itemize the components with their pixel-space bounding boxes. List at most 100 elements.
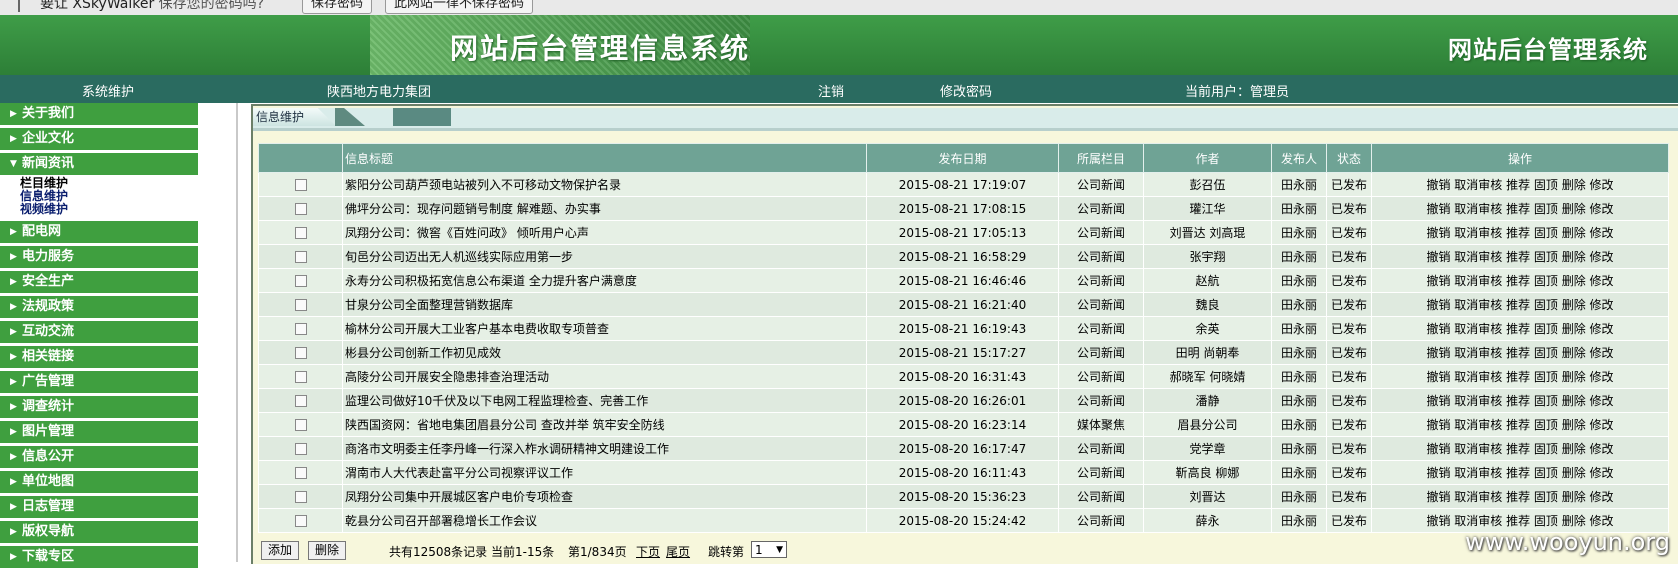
row-date: 2015-08-21 15:17:27 xyxy=(866,340,1059,365)
row-title[interactable]: 永寿分公司积极拓宽信息公布渠道 全力提升客户满意度 xyxy=(342,268,867,293)
row-title[interactable]: 商洛市文明委主任李丹峰一行深入柞水调研精神文明建设工作 xyxy=(342,436,867,461)
row-operations[interactable]: 撤销 取消审核 推荐 固顶 删除 修改 xyxy=(1371,364,1669,389)
nav-change-password[interactable]: 修改密码 xyxy=(940,81,992,100)
row-checkbox[interactable] xyxy=(294,395,307,407)
next-page-link[interactable]: 下页 xyxy=(636,543,660,560)
row-checkbox-cell[interactable] xyxy=(258,196,343,221)
nav-organization[interactable]: 陕西地方电力集团 xyxy=(327,81,431,100)
row-title[interactable]: 凤翔分公司：微窖《百姓问政》 倾听用户心声 xyxy=(342,220,867,245)
never-save-button[interactable]: 此网站一律不保存密码 xyxy=(385,0,534,14)
row-operations[interactable]: 撤销 取消审核 推荐 固顶 删除 修改 xyxy=(1371,244,1669,269)
row-checkbox[interactable] xyxy=(294,299,307,311)
add-button[interactable]: 添加 xyxy=(261,541,300,560)
row-operations[interactable]: 撤销 取消审核 推荐 固顶 删除 修改 xyxy=(1371,196,1669,221)
row-checkbox[interactable] xyxy=(294,347,307,359)
row-operations[interactable]: 撤销 取消审核 推荐 固顶 删除 修改 xyxy=(1371,316,1669,341)
row-title[interactable]: 佛坪分公司：现存问题销号制度 解难题、办实事 xyxy=(342,196,867,221)
row-title[interactable]: 紫阳分公司葫芦颈电站被列入不可移动文物保护名录 xyxy=(342,172,867,197)
sidebar-item-disclosure[interactable]: ▶ 信息公开 xyxy=(0,446,198,468)
row-checkbox[interactable] xyxy=(294,227,307,239)
row-checkbox[interactable] xyxy=(294,515,307,527)
sidebar-item-survey[interactable]: ▶ 调查统计 xyxy=(0,396,198,418)
row-checkbox-cell[interactable] xyxy=(258,364,343,389)
row-checkbox-cell[interactable] xyxy=(258,460,343,485)
row-checkbox-cell[interactable] xyxy=(258,292,343,317)
sidebar-item-copyright[interactable]: ▶ 版权导航 xyxy=(0,521,198,543)
sidebar-item-about[interactable]: ▶ 关于我们 xyxy=(0,103,198,125)
row-operations[interactable]: 撤销 取消审核 推荐 固顶 删除 修改 xyxy=(1371,220,1669,245)
row-operations[interactable]: 撤销 取消审核 推荐 固顶 删除 修改 xyxy=(1371,340,1669,365)
sidebar-item-ads[interactable]: ▶ 广告管理 xyxy=(0,371,198,393)
row-checkbox-cell[interactable] xyxy=(258,340,343,365)
row-checkbox-cell[interactable] xyxy=(258,268,343,293)
row-checkbox[interactable] xyxy=(294,179,307,191)
row-title[interactable]: 渭南市人大代表赴富平分公司视察评议工作 xyxy=(342,460,867,485)
tab-blank[interactable] xyxy=(393,108,451,126)
tab-info-maintenance[interactable]: 信息维护 xyxy=(253,108,336,126)
page-jump-select[interactable]: 1 ▼ xyxy=(751,541,787,558)
row-title[interactable]: 榆林分公司开展大工业客户基本电费收取专项普查 xyxy=(342,316,867,341)
row-date: 2015-08-20 16:17:47 xyxy=(866,436,1059,461)
row-title[interactable]: 凤翔分公司集中开展城区客户电价专项检查 xyxy=(342,484,867,509)
row-operations[interactable]: 撤销 取消审核 推荐 固顶 删除 修改 xyxy=(1371,388,1669,413)
sidebar-item-power-service[interactable]: ▶ 电力服务 xyxy=(0,246,198,268)
row-checkbox[interactable] xyxy=(294,251,307,263)
nav-logout[interactable]: 注销 xyxy=(818,81,844,100)
row-checkbox[interactable] xyxy=(294,443,307,455)
sidebar-item-images[interactable]: ▶ 图片管理 xyxy=(0,421,198,443)
row-title[interactable]: 陕西国资网：省地电集团眉县分公司 查改并举 筑牢安全防线 xyxy=(342,412,867,437)
row-checkbox-cell[interactable] xyxy=(258,412,343,437)
row-checkbox-cell[interactable] xyxy=(258,484,343,509)
frame-divider[interactable] xyxy=(236,103,238,562)
row-operations[interactable]: 撤销 取消审核 推荐 固顶 删除 修改 xyxy=(1371,460,1669,485)
row-checkbox[interactable] xyxy=(294,275,307,287)
sidebar-item-culture[interactable]: ▶ 企业文化 xyxy=(0,128,198,150)
col-header-status[interactable]: 状态 xyxy=(1326,143,1372,173)
row-title[interactable]: 乾县分公司召开部署稳增长工作会议 xyxy=(342,508,867,533)
row-checkbox-cell[interactable] xyxy=(258,220,343,245)
col-header-publisher[interactable]: 发布人 xyxy=(1271,143,1327,173)
sidebar-item-news[interactable]: ▼ 新闻资讯 xyxy=(0,153,198,175)
sidebar-item-downloads[interactable]: ▶ 下载专区 xyxy=(0,546,198,568)
row-title[interactable]: 甘泉分公司全面整理营销数据库 xyxy=(342,292,867,317)
row-checkbox[interactable] xyxy=(294,203,307,215)
save-password-button[interactable]: 保存密码 xyxy=(302,0,373,14)
col-header-column[interactable]: 所属栏目 xyxy=(1058,143,1144,173)
sidebar-item-safety[interactable]: ▶ 安全生产 xyxy=(0,271,198,293)
row-operations[interactable]: 撤销 取消审核 推荐 固顶 删除 修改 xyxy=(1371,268,1669,293)
row-checkbox[interactable] xyxy=(294,467,307,479)
row-operations[interactable]: 撤销 取消审核 推荐 固顶 删除 修改 xyxy=(1371,436,1669,461)
sidebar-item-map[interactable]: ▶ 单位地图 xyxy=(0,471,198,493)
sidebar-item-interaction[interactable]: ▶ 互动交流 xyxy=(0,321,198,343)
row-checkbox-cell[interactable] xyxy=(258,508,343,533)
row-title[interactable]: 监理公司做好10千伏及以下电网工程监理检查、完善工作 xyxy=(342,388,867,413)
sidebar-item-links[interactable]: ▶ 相关链接 xyxy=(0,346,198,368)
row-operations[interactable]: 撤销 取消审核 推荐 固顶 删除 修改 xyxy=(1371,292,1669,317)
row-checkbox[interactable] xyxy=(294,419,307,431)
last-page-link[interactable]: 尾页 xyxy=(666,543,690,560)
row-checkbox-cell[interactable] xyxy=(258,244,343,269)
row-operations[interactable]: 撤销 取消审核 推荐 固顶 删除 修改 xyxy=(1371,484,1669,509)
row-operations[interactable]: 撤销 取消审核 推荐 固顶 删除 修改 xyxy=(1371,172,1669,197)
col-header-title[interactable]: 信息标题 xyxy=(342,143,867,173)
col-header-date[interactable]: 发布日期 xyxy=(866,143,1059,173)
col-header-author[interactable]: 作者 xyxy=(1143,143,1272,173)
sidebar-item-distribution[interactable]: ▶ 配电网 xyxy=(0,221,198,243)
delete-button[interactable]: 删除 xyxy=(308,541,347,560)
row-title[interactable]: 高陵分公司开展安全隐患排查治理活动 xyxy=(342,364,867,389)
row-checkbox-cell[interactable] xyxy=(258,388,343,413)
row-title[interactable]: 旬邑分公司迈出无人机巡线实际应用第一步 xyxy=(342,244,867,269)
row-checkbox[interactable] xyxy=(294,323,307,335)
row-checkbox[interactable] xyxy=(294,371,307,383)
row-operations[interactable]: 撤销 取消审核 推荐 固顶 删除 修改 xyxy=(1371,412,1669,437)
row-checkbox-cell[interactable] xyxy=(258,316,343,341)
row-checkbox[interactable] xyxy=(294,491,307,503)
nav-system-maintenance[interactable]: 系统维护 xyxy=(82,81,134,100)
row-checkbox-cell[interactable] xyxy=(258,172,343,197)
sidebar-item-logs[interactable]: ▶ 日志管理 xyxy=(0,496,198,518)
watermark: www.wooyun.org xyxy=(1465,528,1670,556)
row-checkbox-cell[interactable] xyxy=(258,436,343,461)
submenu-video-maintenance[interactable]: 视频维护 xyxy=(20,203,200,216)
sidebar-item-regulations[interactable]: ▶ 法规政策 xyxy=(0,296,198,318)
row-title[interactable]: 彬县分公司创新工作初见成效 xyxy=(342,340,867,365)
